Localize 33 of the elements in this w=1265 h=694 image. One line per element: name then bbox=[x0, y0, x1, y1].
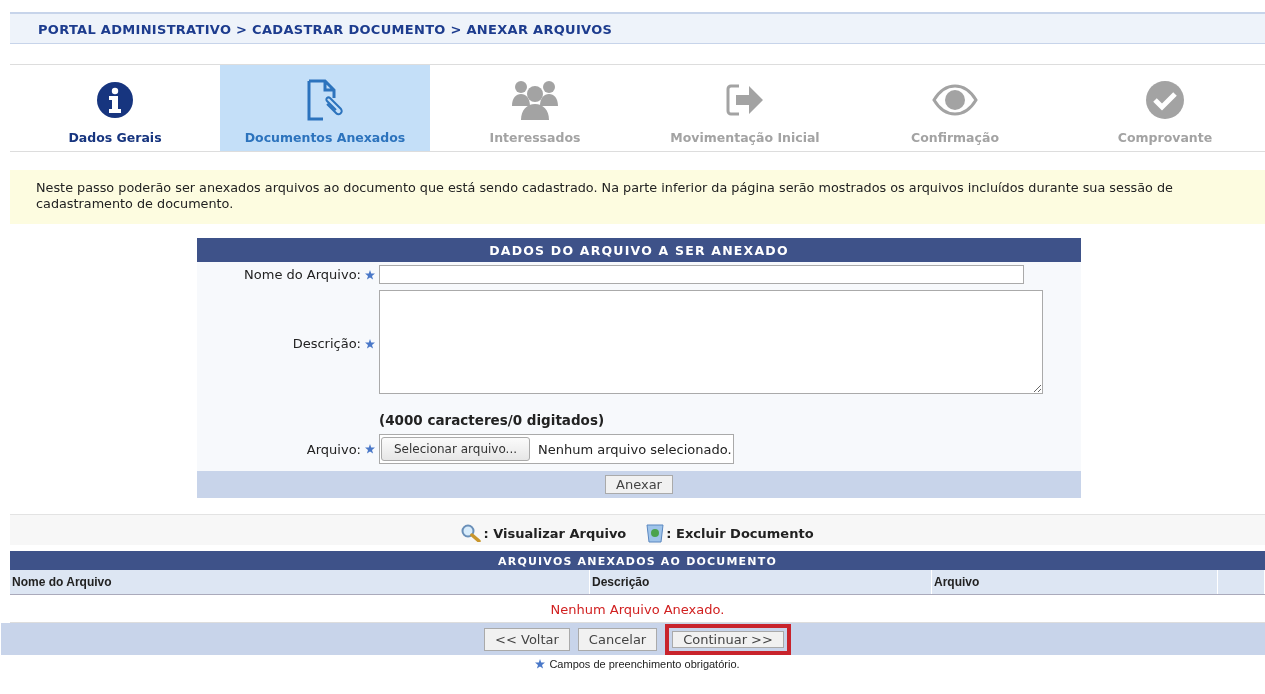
legend-text: : Excluir Documento bbox=[666, 525, 814, 541]
character-counter: (4000 caracteres/0 digitados) bbox=[379, 412, 605, 428]
navigation-button[interactable]: Continuar >> bbox=[665, 624, 791, 655]
search-icon bbox=[461, 524, 482, 542]
field-label: Descrição: bbox=[292, 336, 361, 351]
required-fields-note: Campos de preenchimento obrigatório. bbox=[549, 658, 740, 670]
table-title-bar: ARQUIVOS ANEXADOS AO DOCUMENTO bbox=[10, 551, 1265, 570]
legend-text: : Visualizar Arquivo bbox=[483, 525, 627, 541]
field-label: Nome do Arquivo: bbox=[244, 267, 361, 282]
eye-icon bbox=[932, 84, 978, 116]
form-title-bar: DADOS DO ARQUIVO A SER ANEXADO bbox=[197, 238, 1081, 262]
file-picker[interactable]: Selecionar arquivo... Nenhum arquivo selecionado. bbox=[379, 434, 734, 464]
navigation-button[interactable]: Cancelar bbox=[577, 628, 658, 651]
check-circle-icon bbox=[1145, 80, 1185, 120]
column-header: Descrição bbox=[590, 570, 932, 594]
wizard-step-tab[interactable]: Documentos Anexados bbox=[220, 65, 430, 151]
exit-arrow-icon bbox=[725, 83, 765, 117]
file-status: Nenhum arquivo selecionado. bbox=[538, 441, 732, 457]
field-label: Arquivo: bbox=[306, 441, 361, 457]
navigation-button[interactable]: << Voltar bbox=[484, 628, 570, 651]
info-icon bbox=[96, 81, 134, 119]
breadcrumb: PORTAL ADMINISTRATIVO > CADASTRAR DOCUMENTO > ANEXAR ARQUIVOS bbox=[38, 22, 613, 37]
required-star-icon bbox=[535, 659, 546, 669]
people-icon bbox=[511, 80, 559, 120]
attach-button[interactable]: Anexar bbox=[605, 475, 673, 494]
info-message: Neste passo poderão ser anexados arquivos ao documento que está sendo cadastrado. Na parte inferior da página serão mostrados os arquivos incluídos durante sua sessão de cadastramento de documento. bbox=[10, 170, 1265, 224]
choose-file-button[interactable]: Selecionar arquivo... bbox=[381, 437, 530, 461]
description-field[interactable] bbox=[379, 290, 1043, 394]
column-header: Nome do Arquivo bbox=[10, 570, 590, 594]
column-header: Arquivo bbox=[932, 570, 1218, 594]
trash-can-icon bbox=[646, 523, 665, 543]
document-clip-icon bbox=[305, 78, 345, 122]
file-name-field[interactable] bbox=[379, 265, 1024, 284]
